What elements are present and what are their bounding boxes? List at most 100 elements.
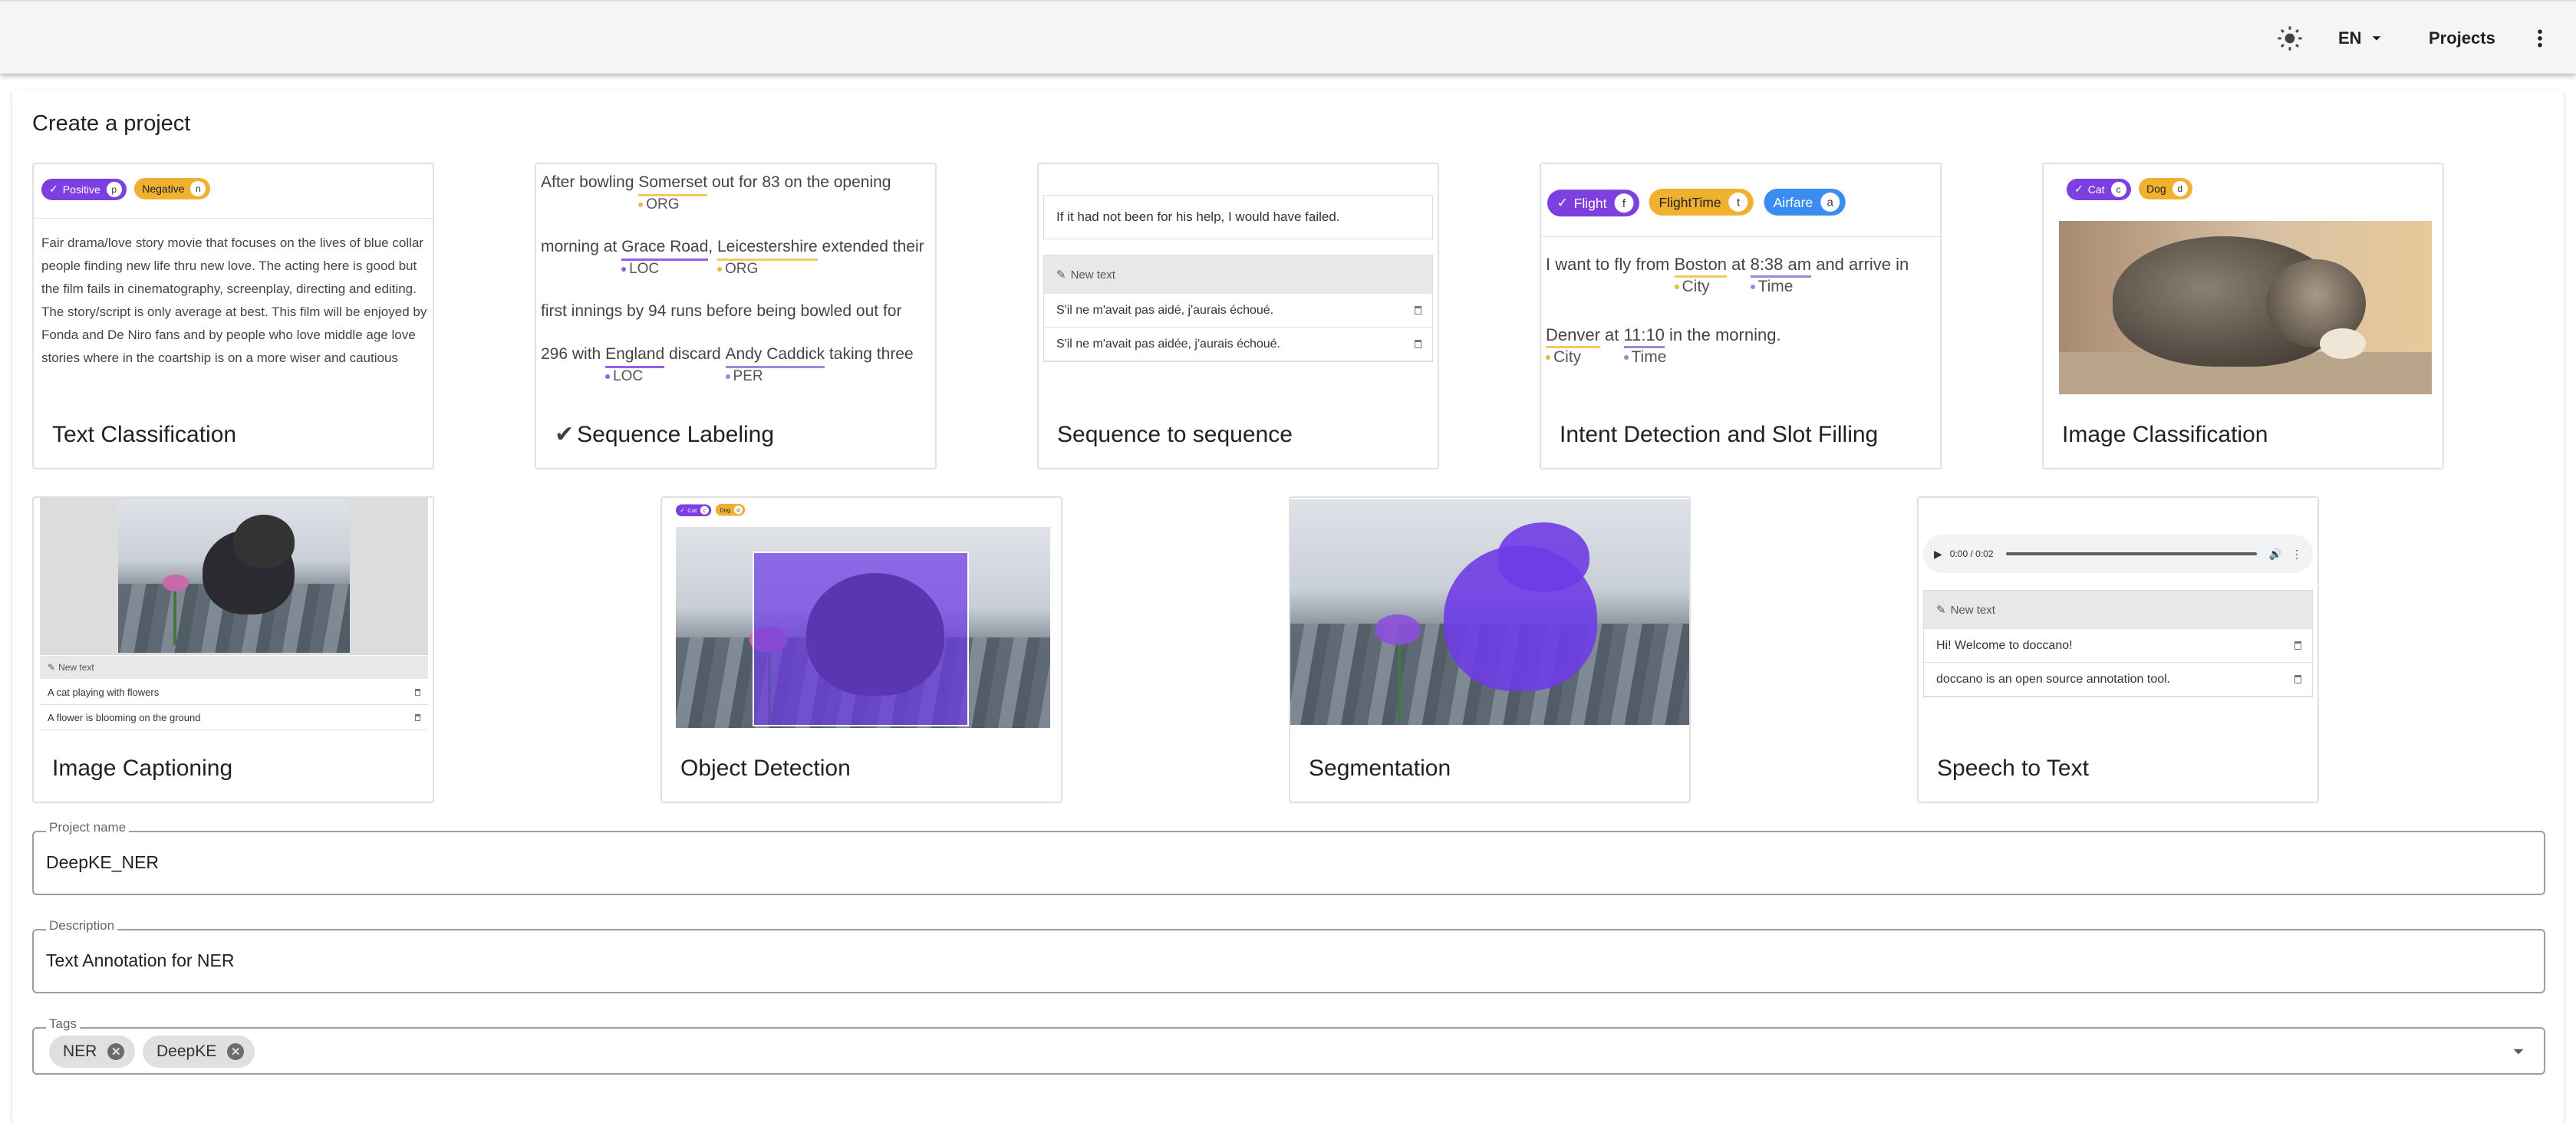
tag-chip[interactable]: NER ✕ <box>49 1036 136 1068</box>
page-title: Create a project <box>32 111 191 136</box>
entity-city: Boston City <box>1674 255 1727 295</box>
list-item: Hi! Welcome to doccano! <box>1924 629 2312 663</box>
pencil-icon: ✎ <box>48 662 56 673</box>
card-image-captioning[interactable]: ✎ New text A cat playing with flowers A f… <box>32 496 434 803</box>
trash-icon[interactable] <box>415 714 420 721</box>
chip-cat[interactable]: ✓ Cat c <box>2067 178 2131 200</box>
divider <box>1541 236 1940 237</box>
card-title: Segmentation <box>1309 756 1451 781</box>
trash-icon[interactable] <box>415 689 420 696</box>
card-title: Image Classification <box>2062 422 2268 447</box>
chip-flight[interactable]: ✓ Flight f <box>1547 189 1639 216</box>
label-chips: ✓ Flight f FlightTime t Airfare a <box>1547 189 1851 216</box>
list-item: S'il ne m'avait pas aidé, j'aurais échou… <box>1044 294 1432 328</box>
label-chips: ✓ Cat c Dog d <box>676 504 747 516</box>
card-title: Object Detection <box>680 756 851 781</box>
card-title: ✔ Sequence Labeling <box>555 422 775 447</box>
chip-flighttime[interactable]: FlightTime t <box>1649 189 1754 216</box>
chip-negative[interactable]: Negative n <box>134 178 211 199</box>
card-title: Image Captioning <box>52 756 233 781</box>
card-segmentation[interactable]: Segmentation <box>1289 496 1691 803</box>
chip-airfare[interactable]: Airfare a <box>1764 189 1846 216</box>
new-text-input[interactable]: ✎ New text <box>1924 591 2312 629</box>
new-text-input[interactable]: ✎ New text <box>1044 255 1432 294</box>
caret-down-icon <box>2372 36 2381 41</box>
chip-dog[interactable]: Dog d <box>2138 178 2192 199</box>
audio-player[interactable]: ▶ 0:00 / 0:02 🔊 ⋮ <box>1923 535 2313 573</box>
language-menu[interactable]: EN <box>2338 2 2385 75</box>
label-chips: ✓ Cat c Dog d <box>2067 178 2197 200</box>
field-label: Description <box>46 918 118 934</box>
trash-icon[interactable] <box>1415 340 1421 348</box>
label-chips: ✓ Positive p Negative n <box>41 178 215 200</box>
chip-dog[interactable]: Dog d <box>715 504 746 516</box>
project-name-field[interactable]: Project name DeepKE_NER <box>32 820 2545 895</box>
close-circle-icon[interactable]: ✕ <box>227 1043 245 1060</box>
project-name-value: DeepKE_NER <box>46 852 160 872</box>
tag-chip[interactable]: DeepKE ✕ <box>143 1036 255 1068</box>
card-sequence-labeling[interactable]: After bowling Somerset ORG out for 83 on … <box>535 163 937 469</box>
pencil-icon: ✎ <box>1056 268 1066 282</box>
card-object-detection[interactable]: ✓ Cat c Dog d Object Detection <box>660 496 1062 803</box>
field-label: Tags <box>46 1016 80 1032</box>
entity-time: 8:38 am Time <box>1750 255 1812 295</box>
list-item: S'il ne m'avait pas aidée, j'aurais écho… <box>1044 328 1432 361</box>
theme-toggle-button[interactable] <box>2277 2 2303 75</box>
sun-icon <box>2278 26 2302 51</box>
target-texts: ✎ New text S'il ne m'avait pas aidé, j'au… <box>1043 255 1433 362</box>
bounding-box[interactable] <box>753 552 969 726</box>
audio-time: 0:00 / 0:02 <box>1949 548 1994 559</box>
cat-photo <box>2059 221 2432 394</box>
description-value: Text Annotation for NER <box>46 950 235 970</box>
source-text: If it had not been for his help, I would… <box>1043 195 1433 239</box>
trash-icon[interactable] <box>2294 675 2301 683</box>
tags-field[interactable]: Tags NER ✕ DeepKE ✕ <box>32 1016 2545 1075</box>
card-title: Intent Detection and Slot Filling <box>1560 422 1879 447</box>
card-image-classification[interactable]: ✓ Cat c Dog d Image Classification <box>2042 163 2444 469</box>
close-circle-icon[interactable]: ✕ <box>107 1043 125 1060</box>
card-title: Speech to Text <box>1937 756 2089 781</box>
list-item: A flower is blooming on the ground <box>40 706 428 730</box>
card-title: Text Classification <box>52 422 237 447</box>
divider <box>34 218 433 219</box>
card-seq2seq[interactable]: If it had not been for his help, I would… <box>1037 163 1439 469</box>
entity-loc: England LOC <box>605 345 665 384</box>
projects-link[interactable]: Projects <box>2429 2 2495 75</box>
pencil-icon: ✎ <box>1936 604 1946 617</box>
language-label: EN <box>2338 28 2362 48</box>
card-title: Sequence to sequence <box>1057 422 1293 447</box>
trash-icon[interactable] <box>1415 306 1421 315</box>
list-item: doccano is an open source annotation too… <box>1924 663 2312 697</box>
review-text: Fair drama/love story movie that focuses… <box>41 235 427 365</box>
description-field[interactable]: Description Text Annotation for NER <box>32 918 2545 993</box>
app-bar: EN Projects <box>0 0 2576 74</box>
caret-down-icon[interactable] <box>2508 1042 2528 1062</box>
field-label: Project name <box>46 820 130 835</box>
kitten-photo <box>118 499 350 653</box>
entity-org: Leicestershire ORG <box>716 238 818 277</box>
card-intent-detection[interactable]: ✓ Flight f FlightTime t Airfare a I want to … <box>1540 163 1942 469</box>
entity-loc: Grace Road LOC <box>621 238 709 277</box>
card-speech-to-text[interactable]: ▶ 0:00 / 0:02 🔊 ⋮ ✎ New text Hi! Welcome … <box>1917 496 2319 803</box>
more-menu-button[interactable] <box>2535 2 2545 75</box>
list-item: A cat playing with flowers <box>40 680 428 705</box>
kitten-photo <box>1290 499 1689 725</box>
play-icon[interactable]: ▶ <box>1934 548 1942 561</box>
entity-time: 11:10 Time <box>1623 325 1667 366</box>
entity-per: Andy Caddick PER <box>725 345 825 384</box>
ner-example: After bowling Somerset ORG out for 83 on … <box>541 173 924 384</box>
transcripts: ✎ New text Hi! Welcome to doccano! doccan… <box>1923 590 2313 697</box>
check-icon: ✔ <box>555 422 575 447</box>
entity-city: Denver City <box>1546 325 1600 366</box>
audio-progress[interactable] <box>2005 552 2257 555</box>
new-text-input[interactable]: ✎ New text <box>40 656 428 679</box>
card-text-classification[interactable]: ✓ Positive p Negative n Fair drama/love sto… <box>32 163 434 469</box>
slot-example: I want to fly from Boston City at 8:38 am… <box>1546 255 1909 366</box>
entity-org: Somerset ORG <box>638 173 708 212</box>
trash-icon[interactable] <box>2294 641 2301 650</box>
chip-cat[interactable]: ✓ Cat c <box>676 504 711 516</box>
chip-positive[interactable]: ✓ Positive p <box>41 178 127 200</box>
dots-vertical-icon <box>2538 29 2542 48</box>
volume-icon[interactable]: 🔊 <box>2269 548 2282 561</box>
dots-vertical-icon[interactable]: ⋮ <box>2291 548 2302 561</box>
